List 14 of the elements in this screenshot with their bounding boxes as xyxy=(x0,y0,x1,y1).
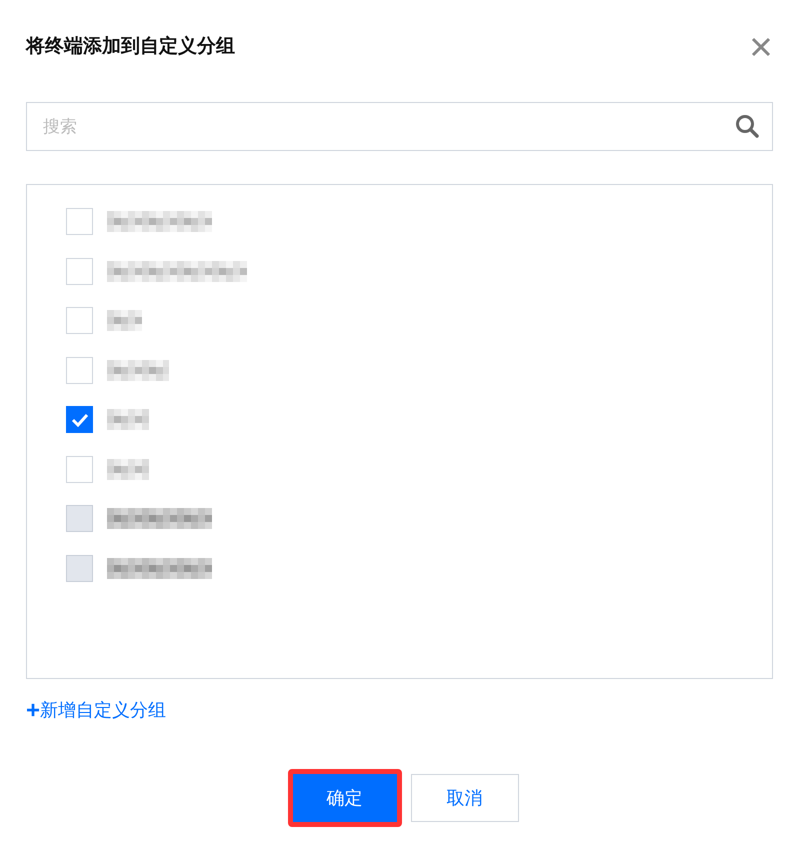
search-field[interactable]: 搜索 xyxy=(26,102,773,151)
redacted-label-drawing xyxy=(107,458,149,480)
confirm-button[interactable]: 确定 xyxy=(292,774,396,822)
group-checkbox[interactable] xyxy=(66,406,93,434)
add-group-link[interactable]: +新增自定义分组 xyxy=(26,697,166,724)
redacted-label-drawing xyxy=(107,409,149,430)
dialog-title: 将终端添加到自定义分组 xyxy=(26,34,235,59)
cancel-button[interactable]: 取消 xyxy=(410,774,518,822)
search-icon xyxy=(735,114,759,138)
close-icon[interactable] xyxy=(750,36,772,58)
plus-icon: + xyxy=(26,698,40,722)
redacted-label-drawing xyxy=(107,310,142,332)
check-icon xyxy=(70,412,88,427)
redacted-label-drawing xyxy=(107,360,169,381)
